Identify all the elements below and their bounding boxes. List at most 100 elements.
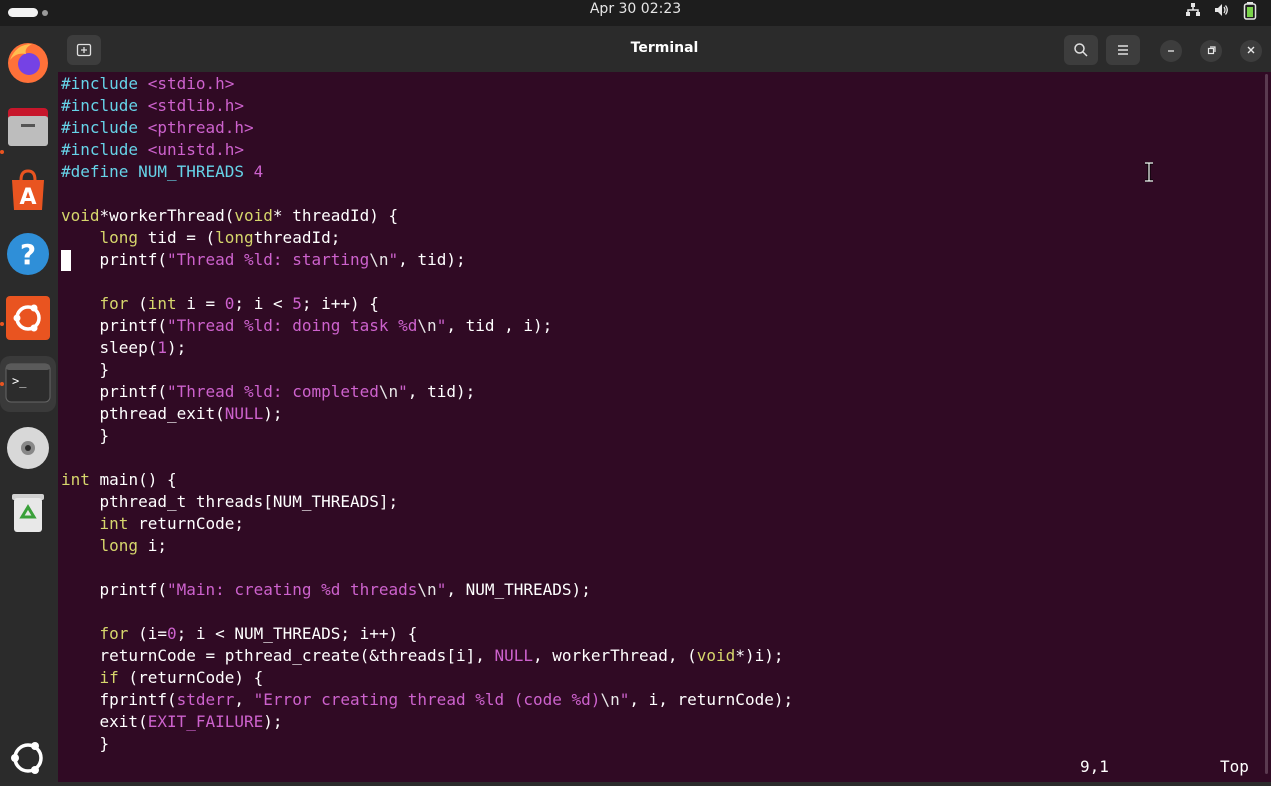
code-line: int returnCode;: [61, 513, 245, 535]
code-token: "Error creating thread %ld (code %d): [253, 690, 601, 709]
code-token: pthread_exit(: [61, 404, 225, 423]
code-line: long i;: [61, 535, 167, 557]
code-line: if (returnCode) {: [61, 667, 264, 689]
code-token: #include: [61, 74, 148, 93]
terminal-glyph: >_: [12, 374, 27, 388]
minimize-button[interactable]: [1160, 40, 1182, 62]
app-center-icon[interactable]: A: [4, 166, 52, 214]
files-icon[interactable]: [4, 102, 52, 150]
minimize-icon: [1168, 50, 1174, 52]
terminal-running-indicator: [0, 382, 4, 386]
code-token: #include: [61, 140, 148, 159]
code-token: *workerThread(: [99, 206, 235, 225]
scroll-position: Top: [1220, 757, 1249, 776]
code-token: int: [61, 470, 90, 489]
code-token: void: [696, 646, 736, 665]
code-line: #include <stdlib.h>: [61, 95, 244, 117]
title-bar[interactable]: Terminal: [58, 26, 1271, 72]
code-token: 4: [253, 162, 264, 181]
show-apps-icon[interactable]: [4, 734, 52, 782]
menu-button[interactable]: [1106, 35, 1140, 65]
code-token: \n: [378, 382, 399, 401]
code-token: #include: [61, 96, 148, 115]
maximize-button[interactable]: [1200, 40, 1222, 62]
code-token: ,: [234, 690, 254, 709]
volume-icon[interactable]: [1213, 2, 1229, 22]
code-token: printf(: [61, 580, 167, 599]
code-token: 0: [224, 294, 235, 313]
vim-editor[interactable]: #include <stdio.h> #include <stdlib.h> #in…: [61, 73, 1261, 782]
firefox-icon[interactable]: [4, 38, 52, 86]
svg-text:A: A: [19, 185, 36, 210]
code-token: ": [398, 382, 408, 401]
hamburger-menu-icon: [1118, 45, 1128, 55]
code-token: ; i++) {: [301, 294, 379, 313]
code-token: threadId;: [253, 228, 341, 247]
help-icon[interactable]: ?: [4, 230, 52, 278]
code-token: void: [61, 206, 100, 225]
mouse-ibeam-icon: [1143, 161, 1155, 183]
code-line: returnCode = pthread_create(&threads[i],…: [61, 645, 784, 667]
code-line: void*workerThread(void* threadId) {: [61, 205, 398, 227]
code-token: , NUM_THREADS);: [446, 580, 591, 599]
code-token: ": [619, 690, 630, 709]
code-token: int: [147, 294, 177, 313]
code-line: for (i=0; i < NUM_THREADS; i++) {: [61, 623, 418, 645]
code-token: ; i <: [234, 294, 293, 313]
code-token: NULL: [224, 404, 264, 423]
code-line: #include <stdio.h>: [61, 73, 234, 95]
search-button[interactable]: [1064, 35, 1098, 65]
search-icon: [1074, 43, 1088, 57]
restore-icon: [1207, 46, 1216, 55]
code-line: sleep(1);: [61, 337, 187, 359]
code-token: long: [99, 228, 139, 247]
terminal-window[interactable]: Terminal #include <stdio.h> #include <std…: [58, 26, 1271, 782]
files-running-indicator: [0, 150, 4, 154]
code-line: }: [61, 359, 110, 381]
code-token: sleep(: [61, 338, 158, 357]
battery-icon[interactable]: [1243, 2, 1257, 24]
code-token: "Thread %ld: starting: [166, 250, 370, 269]
code-token: long: [99, 536, 139, 555]
clock[interactable]: Apr 30 02:23: [0, 0, 1271, 18]
code-token: \n: [417, 580, 437, 599]
scrollbar[interactable]: [1265, 74, 1269, 774]
code-token: for: [99, 624, 129, 643]
top-bar: Apr 30 02:23: [0, 0, 1271, 26]
code-token: printf(: [61, 382, 167, 401]
code-token: if: [99, 668, 119, 687]
code-line: }: [61, 733, 110, 755]
network-icon[interactable]: [1185, 2, 1201, 22]
close-button[interactable]: [1240, 40, 1262, 62]
code-token: (i=: [128, 624, 167, 643]
terminal-launcher[interactable]: >_: [0, 356, 56, 412]
code-line: printf("Thread %ld: completed\n", tid);: [61, 381, 476, 403]
code-token: , workerThread, (: [533, 646, 697, 665]
code-token: NULL: [494, 646, 534, 665]
code-token: ": [436, 580, 447, 599]
code-token: (returnCode) {: [118, 668, 264, 687]
code-token: <stdlib.h>: [147, 96, 245, 115]
scrollbar-thumb[interactable]: [1265, 74, 1268, 774]
trash-icon[interactable]: [4, 488, 52, 536]
code-line: #define NUM_THREADS 4: [61, 161, 263, 183]
code-token: for: [99, 294, 129, 313]
code-token: returnCode = pthread_create(&threads[i],: [61, 646, 495, 665]
code-token: }: [61, 734, 110, 753]
code-token: #define NUM_THREADS: [61, 162, 254, 181]
ubuntu-installer-icon[interactable]: [4, 294, 52, 342]
code-token: ": [388, 250, 399, 269]
code-token: );: [263, 712, 283, 731]
code-token: "Thread %ld: doing task %d: [166, 316, 418, 335]
code-token: \n: [369, 250, 389, 269]
code-line: exit(EXIT_FAILURE);: [61, 711, 283, 733]
code-token: ; i < NUM_THREADS; i++) {: [176, 624, 418, 643]
code-line: printf("Thread %ld: doing task %d\n", ti…: [61, 315, 553, 337]
code-token: ": [436, 316, 447, 335]
code-token: (: [128, 294, 148, 313]
code-token: , tid , i);: [446, 316, 553, 335]
code-token: }: [61, 360, 110, 379]
dvd-icon[interactable]: [4, 424, 52, 472]
